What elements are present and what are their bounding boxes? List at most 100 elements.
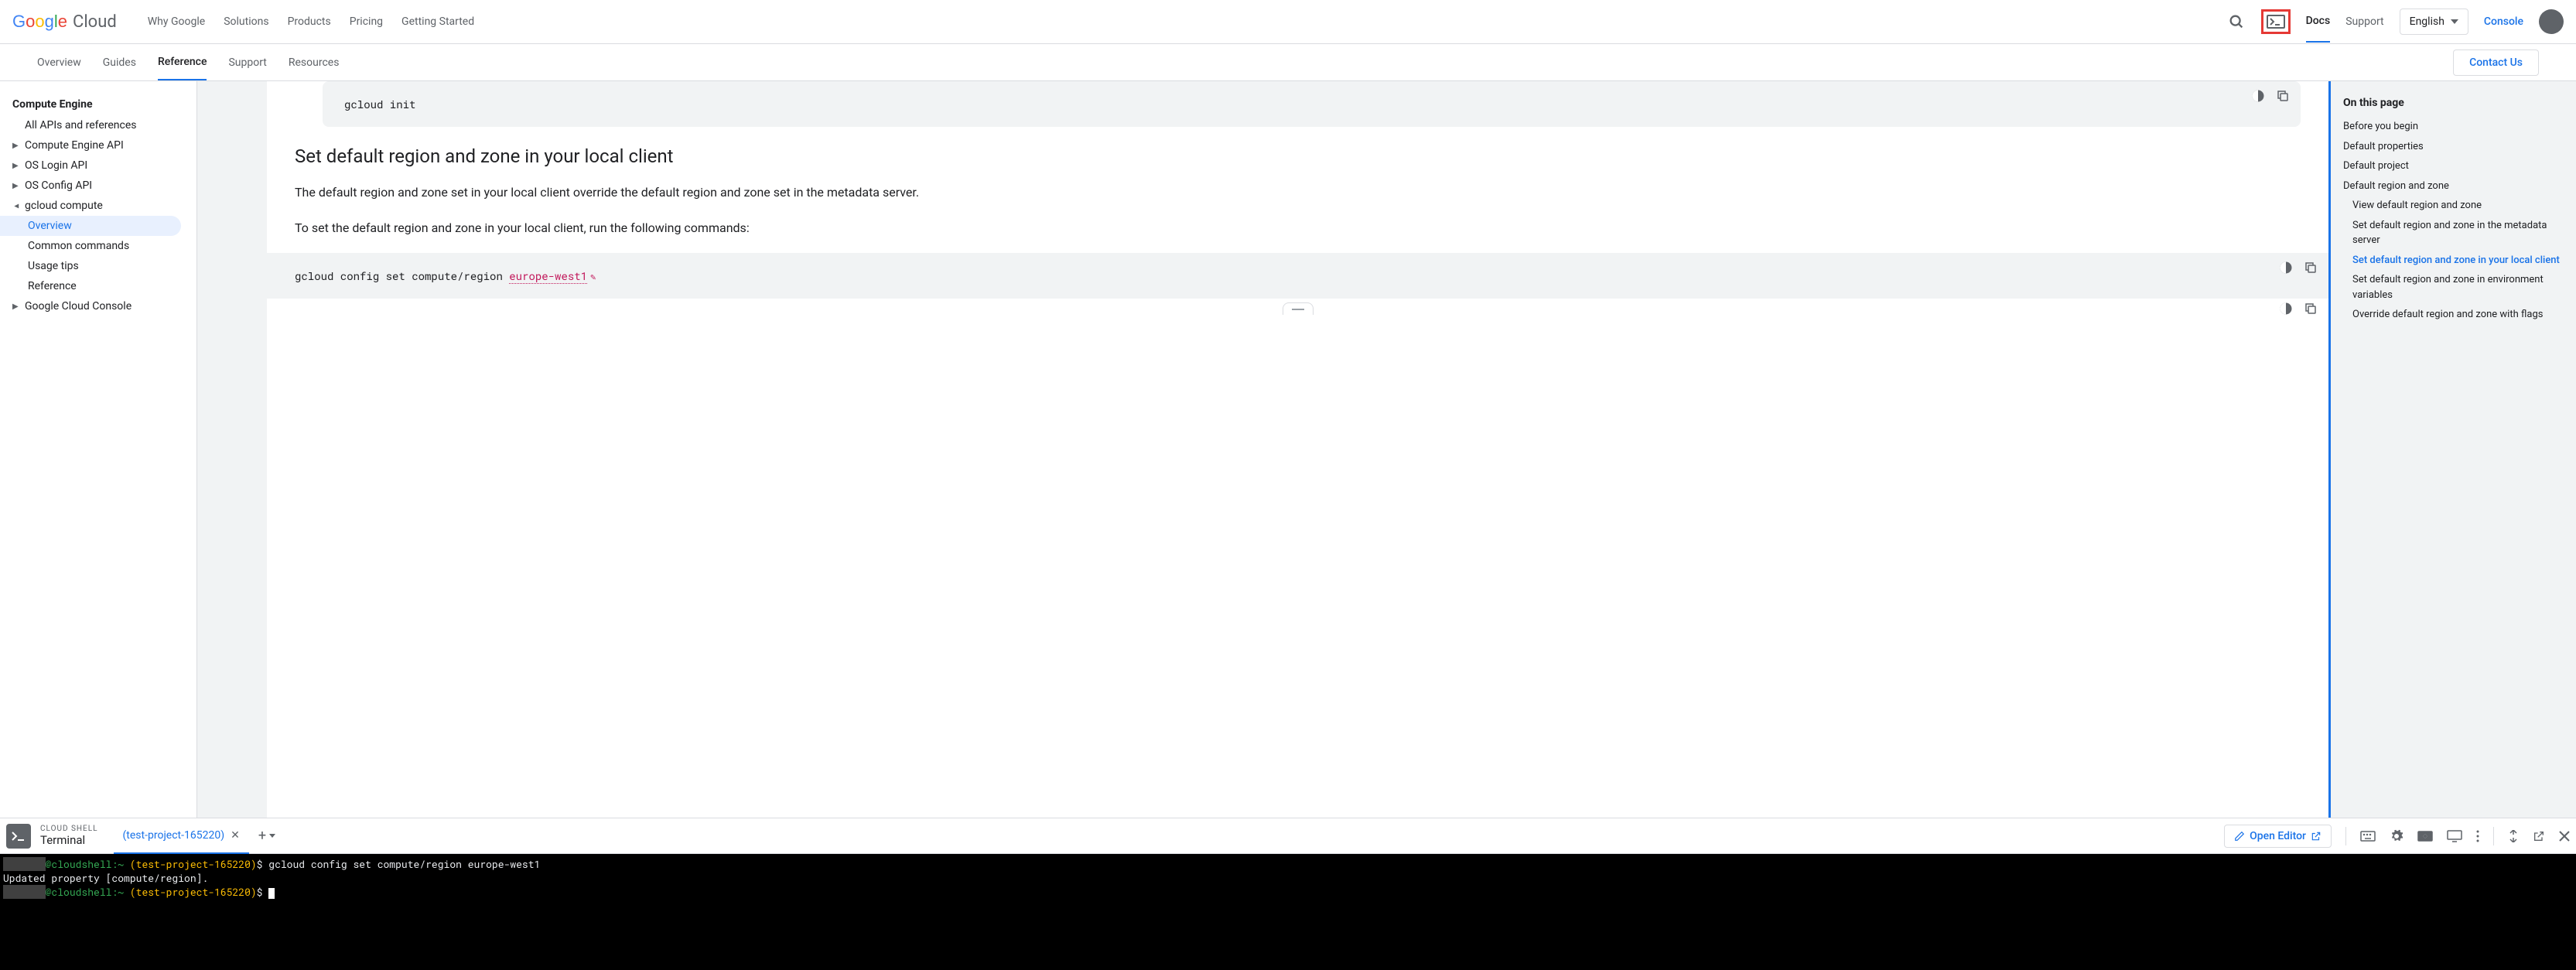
sidebar-item-compute-engine-api[interactable]: ▶Compute Engine API <box>0 135 196 155</box>
dark-mode-icon[interactable] <box>2279 261 2293 275</box>
sidebar-item-label: All APIs and references <box>25 119 137 131</box>
devices-icon[interactable] <box>2447 830 2462 842</box>
sidebar-item-overview[interactable]: Overview <box>0 216 181 236</box>
open-external-icon <box>2311 831 2321 842</box>
web-preview-icon[interactable] <box>2417 831 2433 842</box>
sidebar-item-os-config-api[interactable]: ▶OS Config API <box>0 176 196 196</box>
top-header: Google Cloud Why Google Solutions Produc… <box>0 0 2576 44</box>
drag-handle[interactable] <box>1283 302 1314 315</box>
search-icon[interactable] <box>2227 12 2246 31</box>
sidebar-item-label: Google Cloud Console <box>25 300 132 313</box>
minimize-icon[interactable] <box>2508 830 2519 842</box>
paragraph-2: To set the default region and zone in yo… <box>295 218 2301 238</box>
divider <box>2493 827 2494 845</box>
sidebar-item-common-commands[interactable]: Common commands <box>0 236 196 256</box>
copy-icon[interactable] <box>2276 89 2290 103</box>
toc-item[interactable]: Default project <box>2343 156 2576 176</box>
contact-us-button[interactable]: Contact Us <box>2453 50 2539 76</box>
main-container: Compute Engine All APIs and references▶C… <box>0 81 2576 818</box>
top-right-controls: Docs Support English Console <box>2227 9 2564 35</box>
dark-mode-icon[interactable] <box>2279 302 2293 316</box>
subnav-resources[interactable]: Resources <box>289 56 340 80</box>
sidebar-item-label: Reference <box>28 280 77 292</box>
sidebar-item-os-login-api[interactable]: ▶OS Login API <box>0 155 196 176</box>
toc-item[interactable]: Set default region and zone in environme… <box>2343 270 2576 305</box>
shell-title: Terminal <box>40 833 98 847</box>
docs-link[interactable]: Docs <box>2306 15 2331 43</box>
sidebar-item-label: Compute Engine API <box>25 139 124 152</box>
toc-item[interactable]: Set default region and zone in the metad… <box>2343 216 2576 251</box>
logo-cloud-text: Cloud <box>73 12 117 32</box>
close-icon[interactable] <box>2559 831 2570 842</box>
pencil-icon[interactable]: ✎ <box>590 271 596 283</box>
right-toc: On this page Before you beginDefault pro… <box>2328 81 2576 818</box>
code-block-set-region: gcloud config set compute/region europe-… <box>267 253 2328 299</box>
sidebar-item-reference[interactable]: Reference <box>0 276 196 296</box>
close-icon[interactable]: ✕ <box>231 829 240 842</box>
top-nav: Why Google Solutions Products Pricing Ge… <box>148 15 474 28</box>
copy-icon[interactable] <box>2304 261 2318 275</box>
console-link[interactable]: Console <box>2484 15 2523 28</box>
code-text: gcloud init <box>344 97 415 111</box>
subnav-guides[interactable]: Guides <box>103 56 136 80</box>
cloud-shell-toggle-highlighted[interactable] <box>2261 9 2291 34</box>
sidebar-item-all-apis-and-references[interactable]: All APIs and references <box>0 115 196 135</box>
code-block-gcloud-init: gcloud init <box>323 81 2301 127</box>
svg-text:Google: Google <box>12 12 67 31</box>
nav-pricing[interactable]: Pricing <box>350 15 383 28</box>
new-tab-button[interactable]: + <box>258 828 275 844</box>
dark-mode-icon[interactable] <box>2251 89 2265 103</box>
nav-solutions[interactable]: Solutions <box>224 15 268 28</box>
toc-item[interactable]: Default region and zone <box>2343 176 2576 196</box>
subnav-support[interactable]: Support <box>228 56 266 80</box>
subnav-overview[interactable]: Overview <box>37 56 81 80</box>
code-variable[interactable]: europe-west1 <box>509 268 587 284</box>
sidebar-heading: Compute Engine <box>0 94 196 115</box>
open-editor-button[interactable]: Open Editor <box>2224 825 2332 848</box>
language-label: English <box>2410 15 2444 28</box>
section-heading: Set default region and zone in your loca… <box>295 145 2301 167</box>
nav-getting-started[interactable]: Getting Started <box>401 15 474 28</box>
chevron-down-icon <box>2451 19 2458 24</box>
content-wrapper: gcloud init Set default region and zone … <box>197 81 2576 818</box>
code-prefix: gcloud config set compute/region <box>295 268 509 283</box>
gear-icon[interactable] <box>2390 829 2403 843</box>
support-link[interactable]: Support <box>2345 15 2383 28</box>
subnav-reference[interactable]: Reference <box>158 56 207 80</box>
more-icon[interactable] <box>2476 830 2479 842</box>
left-sidebar: Compute Engine All APIs and references▶C… <box>0 81 197 818</box>
cloud-shell-panel: CLOUD SHELL Terminal (test-project-16522… <box>0 818 2576 970</box>
toc-item[interactable]: Before you begin <box>2343 117 2576 137</box>
tree-arrow-icon: ▶ <box>12 182 20 190</box>
copy-icon[interactable] <box>2304 302 2318 316</box>
sidebar-item-label: Common commands <box>28 240 129 252</box>
shell-tab-label: (test-project-165220) <box>123 829 225 842</box>
cloud-shell-header: CLOUD SHELL Terminal (test-project-16522… <box>0 818 2576 854</box>
sidebar-item-usage-tips[interactable]: Usage tips <box>0 256 196 276</box>
chevron-down-icon <box>269 834 275 838</box>
toc-item[interactable]: Override default region and zone with fl… <box>2343 305 2576 325</box>
language-selector[interactable]: English <box>2400 9 2468 35</box>
google-logo-icon: Google <box>12 12 70 31</box>
sidebar-item-label: Usage tips <box>28 260 79 272</box>
avatar[interactable] <box>2539 9 2564 34</box>
toc-item[interactable]: View default region and zone <box>2343 196 2576 216</box>
toc-item[interactable]: Set default region and zone in your loca… <box>2343 251 2576 271</box>
sub-nav: Overview Guides Reference Support Resour… <box>0 44 2576 81</box>
shell-toolbar: Open Editor <box>2224 825 2570 848</box>
tree-arrow-icon: ▶ <box>12 302 20 311</box>
terminal-line: @cloudshell:~ (test-project-165220)$ <box>3 885 2573 899</box>
divider <box>2345 827 2346 845</box>
terminal-body[interactable]: @cloudshell:~ (test-project-165220)$ gcl… <box>0 854 2576 970</box>
nav-why-google[interactable]: Why Google <box>148 15 205 28</box>
google-cloud-logo[interactable]: Google Cloud <box>12 12 117 32</box>
toc-item[interactable]: Default properties <box>2343 137 2576 157</box>
keyboard-icon[interactable] <box>2360 831 2376 842</box>
nav-products[interactable]: Products <box>288 15 331 28</box>
open-new-window-icon[interactable] <box>2533 830 2545 842</box>
sidebar-item-google-cloud-console[interactable]: ▶ Google Cloud Console <box>0 296 196 316</box>
sidebar-item-gcloud-compute[interactable]: ▼gcloud compute <box>0 196 196 216</box>
content-main: gcloud init Set default region and zone … <box>267 81 2328 818</box>
shell-tab[interactable]: (test-project-165220) ✕ <box>114 818 249 854</box>
tree-arrow-icon: ▶ <box>12 162 20 170</box>
